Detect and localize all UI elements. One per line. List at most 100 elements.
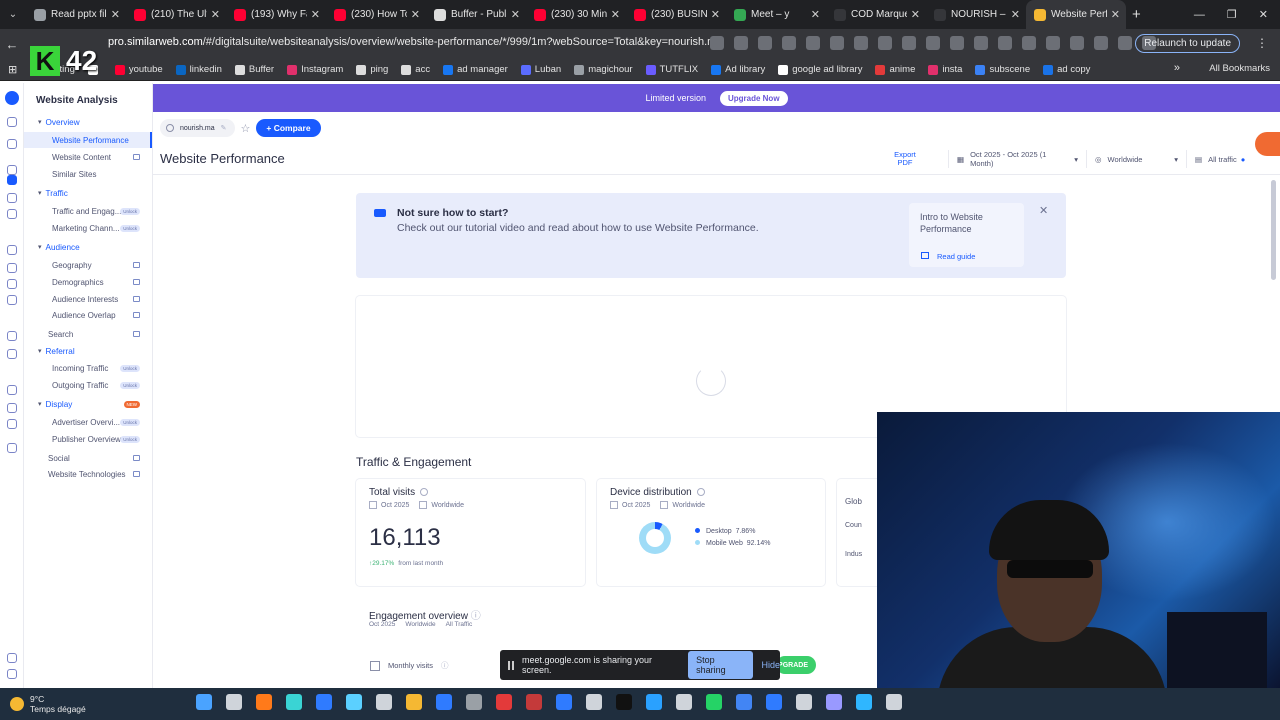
taskbar-app-icon[interactable]: [886, 694, 902, 710]
crown-icon[interactable]: [7, 443, 17, 453]
sidebar-item[interactable]: Website Technologies: [24, 466, 152, 482]
tab-search-icon[interactable]: ⌄: [0, 0, 26, 29]
taskbar-app-icon[interactable]: [796, 694, 812, 710]
taskbar-app-icon[interactable]: [526, 694, 542, 710]
tab-close-icon[interactable]: ✕: [1111, 8, 1120, 21]
bookmark-item[interactable]: ad copy: [1043, 64, 1090, 75]
bookmark-item[interactable]: linkedin: [175, 64, 222, 75]
sidebar-item[interactable]: Website Performance: [24, 132, 152, 148]
sidebar-item[interactable]: Geography: [24, 257, 152, 273]
dashboard-icon[interactable]: [7, 139, 17, 149]
bookmark-item[interactable]: TUTFLIX: [645, 64, 698, 75]
extension-icon[interactable]: [758, 36, 772, 50]
sidebar-item[interactable]: Search: [24, 326, 152, 342]
bookmark-item[interactable]: magichour: [574, 64, 633, 75]
sidebar-item[interactable]: Advertiser Overvi... Unlock: [24, 414, 152, 430]
minimize-icon[interactable]: —: [1194, 9, 1205, 21]
taskbar-app-icon[interactable]: [826, 694, 842, 710]
tab-close-icon[interactable]: ✕: [711, 8, 720, 21]
taskbar-app-icon[interactable]: [436, 694, 452, 710]
sidebar-item[interactable]: ▾ Referral: [24, 343, 152, 359]
browser-tab[interactable]: Website Perfo ✕: [1026, 0, 1126, 29]
sidebar-item[interactable]: Outgoing Traffic Unlock: [24, 377, 152, 393]
taskbar-app-icon[interactable]: [316, 694, 332, 710]
clock-icon[interactable]: [7, 209, 17, 219]
browser-tab[interactable]: Meet – y ✕: [726, 0, 826, 29]
extension-icon[interactable]: [902, 36, 916, 50]
sidebar-item[interactable]: ▾ Traffic: [24, 185, 152, 201]
upgrade-now-button[interactable]: Upgrade Now: [719, 90, 788, 106]
sidebar-item[interactable]: ▾ Audience: [24, 239, 152, 255]
taskbar-app-icon[interactable]: [646, 694, 662, 710]
tab-close-icon[interactable]: ✕: [811, 8, 820, 21]
sidebar-item[interactable]: Demographics: [24, 274, 152, 290]
bookmark-item[interactable]: subscene: [975, 64, 1030, 75]
bookmark-item[interactable]: Instagram: [287, 64, 343, 75]
settings-icon[interactable]: [7, 669, 17, 679]
info-icon[interactable]: ⓘ: [471, 611, 481, 622]
bookmark-item[interactable]: google ad library: [778, 64, 862, 75]
sidebar-item[interactable]: Publisher Overview Unlock: [24, 431, 152, 447]
bookmark-item[interactable]: ping: [356, 64, 388, 75]
sidebar-item[interactable]: Incoming Traffic Unlock: [24, 360, 152, 376]
close-window-icon[interactable]: ✕: [1259, 8, 1268, 21]
extension-icon[interactable]: [1118, 36, 1132, 50]
grid-icon[interactable]: [7, 165, 17, 175]
spark-icon[interactable]: [7, 331, 17, 341]
bookmark-item[interactable]: youtube: [114, 64, 163, 75]
taskbar-app-icon[interactable]: [556, 694, 572, 710]
extension-icon[interactable]: [854, 36, 868, 50]
similarweb-logo-icon[interactable]: [5, 91, 19, 105]
taskbar-app-icon[interactable]: [466, 694, 482, 710]
extension-icon[interactable]: [1094, 36, 1108, 50]
stop-sharing-button[interactable]: Stop sharing: [688, 651, 754, 679]
tab-close-icon[interactable]: ✕: [411, 8, 420, 21]
taskbar-app-icon[interactable]: [346, 694, 362, 710]
edit-icon[interactable]: ✎: [221, 124, 227, 132]
extension-icon[interactable]: [782, 36, 796, 50]
taskbar-app-icon[interactable]: [226, 694, 242, 710]
sidebar-item[interactable]: ▾ Overview: [24, 114, 152, 130]
help-icon[interactable]: [7, 653, 17, 663]
floating-widget-icon[interactable]: [1255, 132, 1280, 156]
filter-icon[interactable]: [7, 419, 17, 429]
relaunch-button[interactable]: Relaunch to update: [1135, 34, 1240, 53]
extension-icon[interactable]: [1022, 36, 1036, 50]
target-icon[interactable]: [7, 403, 17, 413]
restore-icon[interactable]: ❐: [1227, 8, 1237, 21]
bookmark-item[interactable]: Buffer: [234, 64, 274, 75]
web-analysis-icon[interactable]: [7, 175, 17, 185]
extension-icon[interactable]: [878, 36, 892, 50]
browser-tab[interactable]: (230) How To ✕: [326, 0, 426, 29]
tab-close-icon[interactable]: ✕: [211, 8, 220, 21]
browser-tab[interactable]: (230) BUSINE ✕: [626, 0, 726, 29]
taskbar-app-icon[interactable]: [286, 694, 302, 710]
chart-icon[interactable]: [7, 245, 17, 255]
tutorial-card[interactable]: Intro to Website Performance Read guide: [909, 203, 1024, 267]
link-icon[interactable]: [7, 279, 17, 289]
taskbar-app-icon[interactable]: [706, 694, 722, 710]
browser-tab[interactable]: (210) The Ulti ✕: [126, 0, 226, 29]
taskbar-app-icon[interactable]: [736, 694, 752, 710]
traffic-selector[interactable]: ▤ All traffic ●: [1186, 150, 1253, 168]
taskbar-app-icon[interactable]: [676, 694, 692, 710]
extension-icon[interactable]: [1046, 36, 1060, 50]
all-bookmarks[interactable]: All Bookmarks: [1209, 63, 1270, 74]
sidebar-item[interactable]: Audience Interests: [24, 291, 152, 307]
back-icon[interactable]: ←: [0, 37, 24, 52]
tab-close-icon[interactable]: ✕: [311, 8, 320, 21]
browser-tab[interactable]: Read pptx file ✕: [26, 0, 126, 29]
search-icon[interactable]: [7, 117, 17, 127]
sidebar-item[interactable]: Marketing Chann... Unlock: [24, 220, 152, 236]
bookmark-item[interactable]: ad manager: [443, 64, 508, 75]
domain-pill[interactable]: nourish.ma ✎: [160, 119, 235, 137]
compass-icon[interactable]: [7, 193, 17, 203]
doc-icon[interactable]: [7, 295, 17, 305]
extension-icon[interactable]: [974, 36, 988, 50]
bookmark-star-icon[interactable]: [734, 36, 748, 50]
extension-icon[interactable]: [1070, 36, 1084, 50]
extension-icon[interactable]: [830, 36, 844, 50]
tab-close-icon[interactable]: ✕: [1011, 8, 1020, 21]
browser-tab[interactable]: (230) 30 Min ✕: [526, 0, 626, 29]
geo-selector[interactable]: ◎ Worldwide ▾: [1086, 150, 1186, 168]
